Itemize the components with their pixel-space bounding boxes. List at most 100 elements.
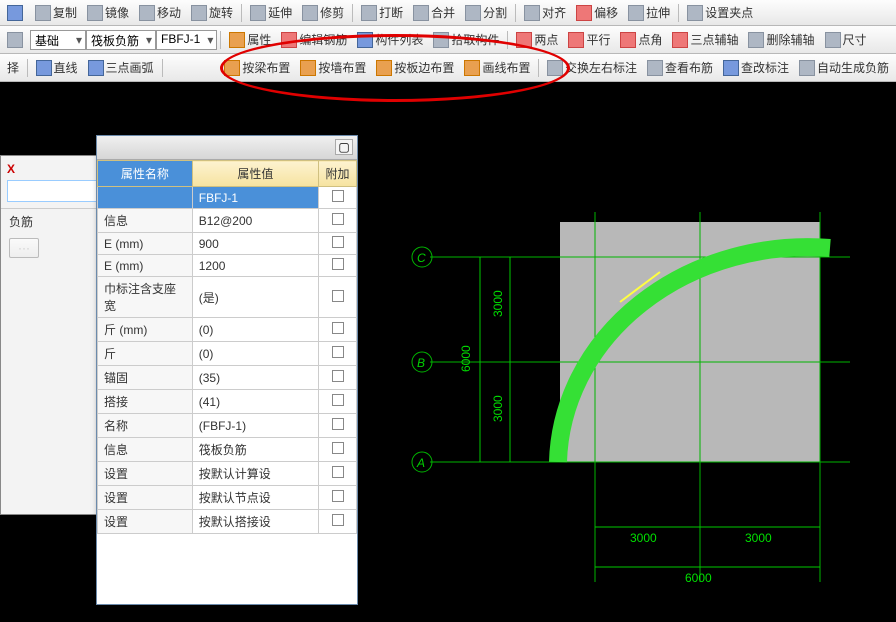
- prop-val[interactable]: (是): [192, 277, 318, 318]
- property-row[interactable]: 信息筏板负筋: [98, 438, 357, 462]
- extra-checkbox[interactable]: [332, 213, 344, 225]
- extra-checkbox[interactable]: [332, 346, 344, 358]
- copy-button[interactable]: 复制: [31, 2, 81, 23]
- by-line-button[interactable]: 画线布置: [460, 57, 534, 78]
- extra-checkbox[interactable]: [332, 370, 344, 382]
- property-panel: ▢ 属性名称 属性值 附加 FBFJ-1信息B12@200E (mm)900E …: [96, 135, 358, 605]
- property-row[interactable]: 名称(FBFJ-1): [98, 414, 357, 438]
- delete-axis-button[interactable]: 删除辅轴: [744, 29, 818, 50]
- extra-checkbox[interactable]: [332, 290, 344, 302]
- col-name[interactable]: 属性名称: [98, 161, 193, 187]
- property-row[interactable]: 设置按默认计算设: [98, 462, 357, 486]
- property-row[interactable]: E (mm)1200: [98, 255, 357, 277]
- three-arc-button[interactable]: 三点画弧: [84, 57, 158, 78]
- extend-button[interactable]: 延伸: [246, 2, 296, 23]
- extra-checkbox[interactable]: [332, 190, 344, 202]
- extra-checkbox[interactable]: [332, 466, 344, 478]
- align-button[interactable]: 对齐: [520, 2, 570, 23]
- property-row[interactable]: 设置按默认节点设: [98, 486, 357, 510]
- category-dropdown[interactable]: 基础: [30, 30, 86, 50]
- member-dropdown[interactable]: FBFJ-1: [156, 30, 217, 50]
- break-button[interactable]: 打断: [357, 2, 407, 23]
- select-button[interactable]: 择: [3, 57, 23, 78]
- search-action-button[interactable]: ···: [9, 238, 39, 258]
- extra-checkbox[interactable]: [332, 442, 344, 454]
- prop-key: E (mm): [98, 233, 193, 255]
- view-mark-button[interactable]: 查改标注: [719, 57, 793, 78]
- prop-key: 信息: [98, 209, 193, 233]
- offset-button[interactable]: 偏移: [572, 2, 622, 23]
- by-wall-button[interactable]: 按墙布置: [296, 57, 370, 78]
- prop-val[interactable]: 900: [192, 233, 318, 255]
- svg-text:6000: 6000: [459, 345, 473, 372]
- dimension-button[interactable]: 尺寸: [821, 29, 871, 50]
- svg-text:6000: 6000: [685, 571, 712, 585]
- stretch-button[interactable]: 拉伸: [624, 2, 674, 23]
- undo-button[interactable]: [3, 3, 29, 23]
- prop-val[interactable]: 筏板负筋: [192, 438, 318, 462]
- extra-checkbox[interactable]: [332, 514, 344, 526]
- property-row[interactable]: 搭接(41): [98, 390, 357, 414]
- col-extra[interactable]: 附加: [319, 161, 357, 187]
- by-beam-button[interactable]: 按梁布置: [220, 57, 294, 78]
- layer-button[interactable]: [3, 30, 29, 50]
- edit-rebar-button[interactable]: 编辑钢筋: [277, 29, 351, 50]
- trim-button[interactable]: 修剪: [298, 2, 348, 23]
- prop-val[interactable]: B12@200: [192, 209, 318, 233]
- pick-component-button[interactable]: 拾取构件: [429, 29, 503, 50]
- two-point-button[interactable]: 两点: [512, 29, 562, 50]
- panel-x-icon[interactable]: X: [7, 162, 15, 176]
- extra-checkbox[interactable]: [332, 418, 344, 430]
- component-list-button[interactable]: 构件列表: [353, 29, 427, 50]
- prop-extra: [319, 390, 357, 414]
- svg-text:3000: 3000: [491, 395, 505, 422]
- property-row[interactable]: 巾标注含支座宽(是): [98, 277, 357, 318]
- prop-val[interactable]: (35): [192, 366, 318, 390]
- extra-checkbox[interactable]: [332, 394, 344, 406]
- parallel-button[interactable]: 平行: [564, 29, 614, 50]
- type-dropdown[interactable]: 筏板负筋: [86, 30, 156, 50]
- split-button[interactable]: 分割: [461, 2, 511, 23]
- col-value[interactable]: 属性值: [192, 161, 318, 187]
- prop-val[interactable]: (0): [192, 342, 318, 366]
- prop-val[interactable]: 按默认计算设: [192, 462, 318, 486]
- prop-val[interactable]: FBFJ-1: [192, 187, 318, 209]
- property-row[interactable]: 信息B12@200: [98, 209, 357, 233]
- drawing-canvas[interactable]: C B A 3000 3000 6000 3000 3000 6000: [360, 82, 896, 616]
- swap-mark-button[interactable]: 交换左右标注: [543, 57, 641, 78]
- by-slab-button[interactable]: 按板边布置: [372, 57, 458, 78]
- view-rebar-button[interactable]: 查看布筋: [643, 57, 717, 78]
- property-row[interactable]: 斤(0): [98, 342, 357, 366]
- property-row[interactable]: 斤 (mm)(0): [98, 318, 357, 342]
- extra-checkbox[interactable]: [332, 322, 344, 334]
- extra-checkbox[interactable]: [332, 258, 344, 270]
- prop-val[interactable]: 按默认搭接设: [192, 510, 318, 534]
- extra-checkbox[interactable]: [332, 490, 344, 502]
- property-row[interactable]: FBFJ-1: [98, 187, 357, 209]
- rotate-button[interactable]: 旋转: [187, 2, 237, 23]
- property-close-button[interactable]: ▢: [335, 139, 353, 155]
- move-button[interactable]: 移动: [135, 2, 185, 23]
- prop-extra: [319, 342, 357, 366]
- prop-extra: [319, 462, 357, 486]
- point-angle-button[interactable]: 点角: [616, 29, 666, 50]
- axis-labels: C B A: [416, 251, 426, 470]
- prop-key: 搭接: [98, 390, 193, 414]
- prop-val[interactable]: (41): [192, 390, 318, 414]
- property-row[interactable]: 锚固(35): [98, 366, 357, 390]
- property-row[interactable]: E (mm)900: [98, 233, 357, 255]
- merge-button[interactable]: 合并: [409, 2, 459, 23]
- extra-checkbox[interactable]: [332, 236, 344, 248]
- three-axis-button[interactable]: 三点辅轴: [668, 29, 742, 50]
- mirror-button[interactable]: 镜像: [83, 2, 133, 23]
- drawing-svg: C B A 3000 3000 6000 3000 3000 6000: [360, 82, 896, 622]
- setgrip-button[interactable]: 设置夹点: [683, 2, 757, 23]
- attribute-button[interactable]: 属性: [225, 29, 275, 50]
- prop-val[interactable]: (0): [192, 318, 318, 342]
- line-button[interactable]: 直线: [32, 57, 82, 78]
- prop-val[interactable]: 按默认节点设: [192, 486, 318, 510]
- auto-neg-button[interactable]: 自动生成负筋: [795, 57, 893, 78]
- prop-val[interactable]: 1200: [192, 255, 318, 277]
- prop-val[interactable]: (FBFJ-1): [192, 414, 318, 438]
- property-row[interactable]: 设置按默认搭接设: [98, 510, 357, 534]
